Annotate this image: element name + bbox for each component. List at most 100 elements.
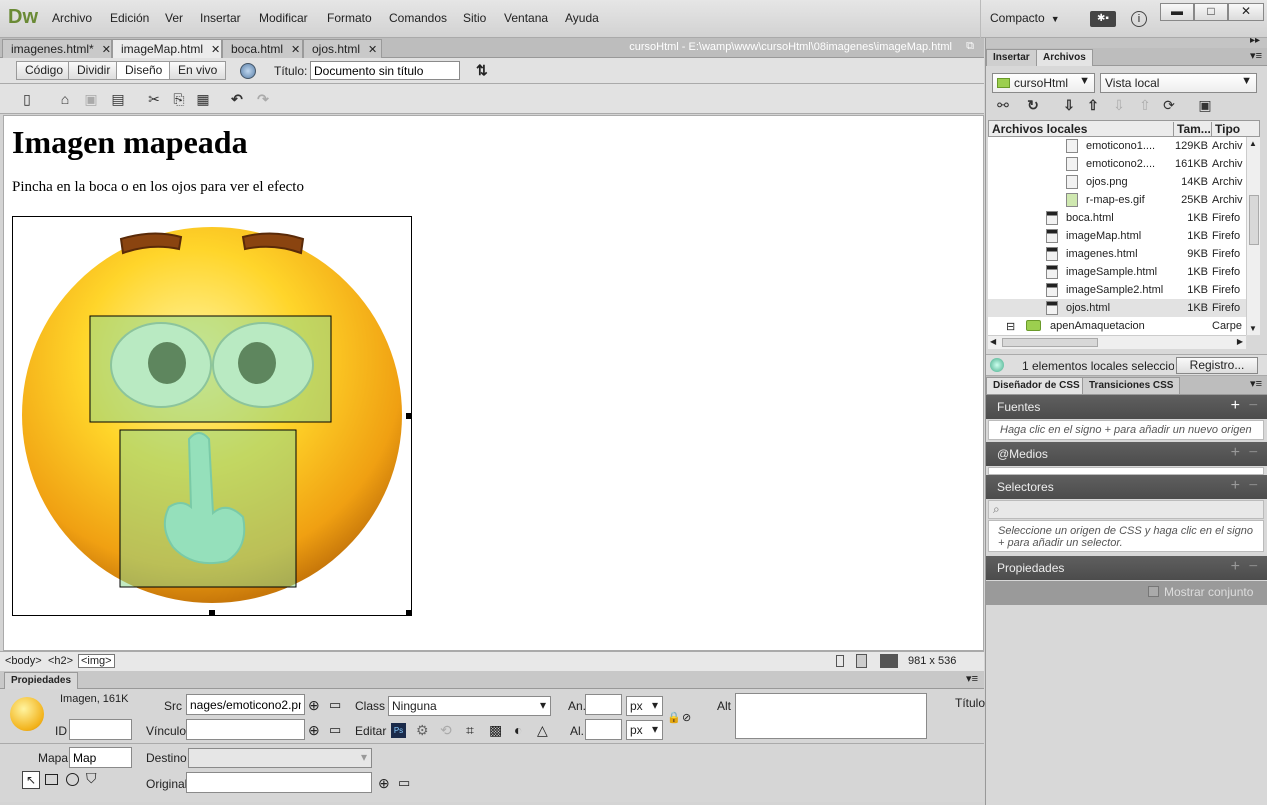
tab-insertar[interactable]: Insertar	[986, 49, 1037, 66]
pointer-hotspot-tool[interactable]: ↖	[22, 771, 40, 789]
view-select[interactable]: Vista local ▼	[1100, 73, 1257, 93]
sync-icon[interactable]: ⟳	[1160, 96, 1178, 114]
tag-h2[interactable]: <h2>	[48, 655, 73, 667]
design-view-button[interactable]: Diseño	[116, 61, 172, 80]
reset-size-icon[interactable]: ⊘	[682, 711, 691, 724]
browse-folder-icon[interactable]: ▭	[398, 775, 410, 791]
id-input[interactable]	[69, 719, 132, 740]
column-size[interactable]: Tam...	[1173, 122, 1211, 136]
restore-icon[interactable]: ⧉	[966, 40, 974, 53]
resize-handle[interactable]	[209, 610, 215, 616]
target-select[interactable]	[188, 748, 372, 768]
point-to-file-icon[interactable]: ⊕	[378, 775, 390, 792]
file-list-vscroll[interactable]: ▲ ▼	[1246, 137, 1260, 335]
medios-section[interactable]: @Medios + −	[986, 442, 1267, 466]
workspace-switcher[interactable]: Compacto ▼	[980, 0, 1076, 38]
menu-modificar[interactable]: Modificar	[259, 11, 308, 25]
photoshop-icon[interactable]: Ps	[391, 723, 406, 738]
connect-icon[interactable]: ⚯	[994, 96, 1012, 114]
live-view-button[interactable]: En vivo	[169, 61, 227, 80]
paste-icon[interactable]: ▦	[194, 90, 212, 108]
file-management-icon[interactable]: ⇅	[476, 62, 488, 79]
file-row[interactable]: imagenes.html 9KB Firefo	[988, 245, 1246, 263]
maximize-button[interactable]: □	[1194, 3, 1228, 21]
point-to-file-icon[interactable]: ⊕	[308, 697, 320, 714]
scroll-thumb[interactable]	[1249, 195, 1259, 245]
close-icon[interactable]: ✕	[102, 44, 111, 56]
file-row[interactable]: emoticono2.... 161KB Archiv	[988, 155, 1246, 173]
check-in-icon[interactable]: ⇧	[1136, 96, 1154, 114]
collapse-icon[interactable]: ⊟	[1006, 320, 1015, 333]
undo-icon[interactable]: ↶	[228, 90, 246, 108]
panel-menu-icon[interactable]: ▾≡	[1250, 377, 1262, 390]
width-input[interactable]	[585, 694, 622, 715]
get-files-icon[interactable]: ⇩	[1060, 96, 1078, 114]
file-list-hscroll[interactable]: ◀ ▶	[988, 335, 1246, 349]
close-button[interactable]: ✕	[1228, 3, 1264, 21]
tablet-size-icon[interactable]	[856, 654, 867, 668]
desktop-size-icon[interactable]	[880, 654, 898, 668]
browse-folder-icon[interactable]: ▭	[329, 722, 341, 738]
remove-icon[interactable]: −	[1249, 397, 1258, 415]
redo-icon[interactable]: ↷	[254, 90, 272, 108]
point-to-file-icon[interactable]: ⊕	[308, 722, 320, 739]
title-input[interactable]	[310, 61, 460, 80]
close-icon[interactable]: ✕	[291, 44, 300, 56]
tab-boca[interactable]: boca.html ✕	[222, 39, 303, 58]
menu-formato[interactable]: Formato	[327, 11, 372, 25]
add-icon[interactable]: +	[1231, 477, 1240, 495]
file-row[interactable]: ojos.png 14KB Archiv	[988, 173, 1246, 191]
file-row[interactable]: ⊟ apenAmaquetacion Carpe	[988, 317, 1246, 335]
new-document-icon[interactable]: ▯	[18, 90, 36, 108]
file-row[interactable]: imageMap.html 1KB Firefo	[988, 227, 1246, 245]
save-icon[interactable]: ▣	[82, 90, 100, 108]
alt-textarea[interactable]	[735, 693, 927, 739]
tab-imagemap[interactable]: imageMap.html ✕	[112, 39, 222, 58]
mobile-size-icon[interactable]	[836, 655, 844, 667]
tab-css-transitions[interactable]: Transiciones CSS	[1082, 377, 1181, 394]
menu-ventana[interactable]: Ventana	[504, 11, 548, 25]
menu-sitio[interactable]: Sitio	[463, 11, 486, 25]
file-row[interactable]: imageSample2.html 1KB Firefo	[988, 281, 1246, 299]
column-type[interactable]: Tipo	[1211, 122, 1240, 136]
show-set-checkbox[interactable]	[1148, 586, 1159, 597]
close-icon[interactable]: ✕	[368, 44, 377, 56]
mapped-image[interactable]	[12, 216, 412, 616]
fuentes-section[interactable]: Fuentes + −	[986, 395, 1267, 419]
file-row[interactable]: emoticono1.... 129KB Archiv	[988, 137, 1246, 155]
file-row[interactable]: ojos.html 1KB Firefo	[988, 299, 1246, 317]
open-icon[interactable]: ⌂	[56, 90, 74, 108]
menu-ver[interactable]: Ver	[165, 11, 183, 25]
file-row[interactable]: boca.html 1KB Firefo	[988, 209, 1246, 227]
resize-handle[interactable]	[406, 413, 412, 419]
resample-icon[interactable]: ▩	[489, 722, 502, 739]
close-icon[interactable]: ✕	[211, 44, 220, 56]
column-local-files[interactable]: Archivos locales	[992, 122, 1087, 136]
remove-icon[interactable]: −	[1249, 558, 1258, 576]
browse-folder-icon[interactable]: ▭	[329, 697, 341, 713]
remove-icon[interactable]: −	[1249, 477, 1258, 495]
site-select[interactable]: cursoHtml ▼	[992, 73, 1095, 93]
panel-menu-icon[interactable]: ▾≡	[1250, 49, 1262, 62]
tab-imagenes[interactable]: imagenes.html* ✕	[2, 39, 112, 58]
resize-handle[interactable]	[406, 610, 412, 616]
scroll-thumb[interactable]	[1002, 338, 1098, 347]
panel-collapse-bar[interactable]: ▸▸	[986, 35, 1267, 48]
split-view-button[interactable]: Dividir	[68, 61, 120, 80]
selector-search-input[interactable]: ⌕	[988, 500, 1264, 519]
tab-css-designer[interactable]: Diseñador de CSS	[986, 377, 1087, 394]
globe-icon[interactable]	[240, 63, 256, 79]
map-name-input[interactable]	[69, 747, 132, 768]
file-row[interactable]: imageSample.html 1KB Firefo	[988, 263, 1246, 281]
rectangle-hotspot-tool[interactable]	[45, 774, 58, 785]
update-icon[interactable]: ⟲	[440, 722, 452, 739]
tag-img[interactable]: <img>	[78, 654, 115, 668]
link-input[interactable]	[186, 719, 305, 740]
code-view-button[interactable]: Código	[16, 61, 73, 80]
tab-archivos[interactable]: Archivos	[1036, 49, 1093, 66]
selectores-section[interactable]: Selectores + −	[986, 475, 1267, 499]
cut-icon[interactable]: ✂	[145, 90, 163, 108]
menu-ayuda[interactable]: Ayuda	[565, 11, 599, 25]
menu-archivo[interactable]: Archivo	[52, 11, 92, 25]
registro-button[interactable]: Registro...	[1176, 357, 1258, 374]
